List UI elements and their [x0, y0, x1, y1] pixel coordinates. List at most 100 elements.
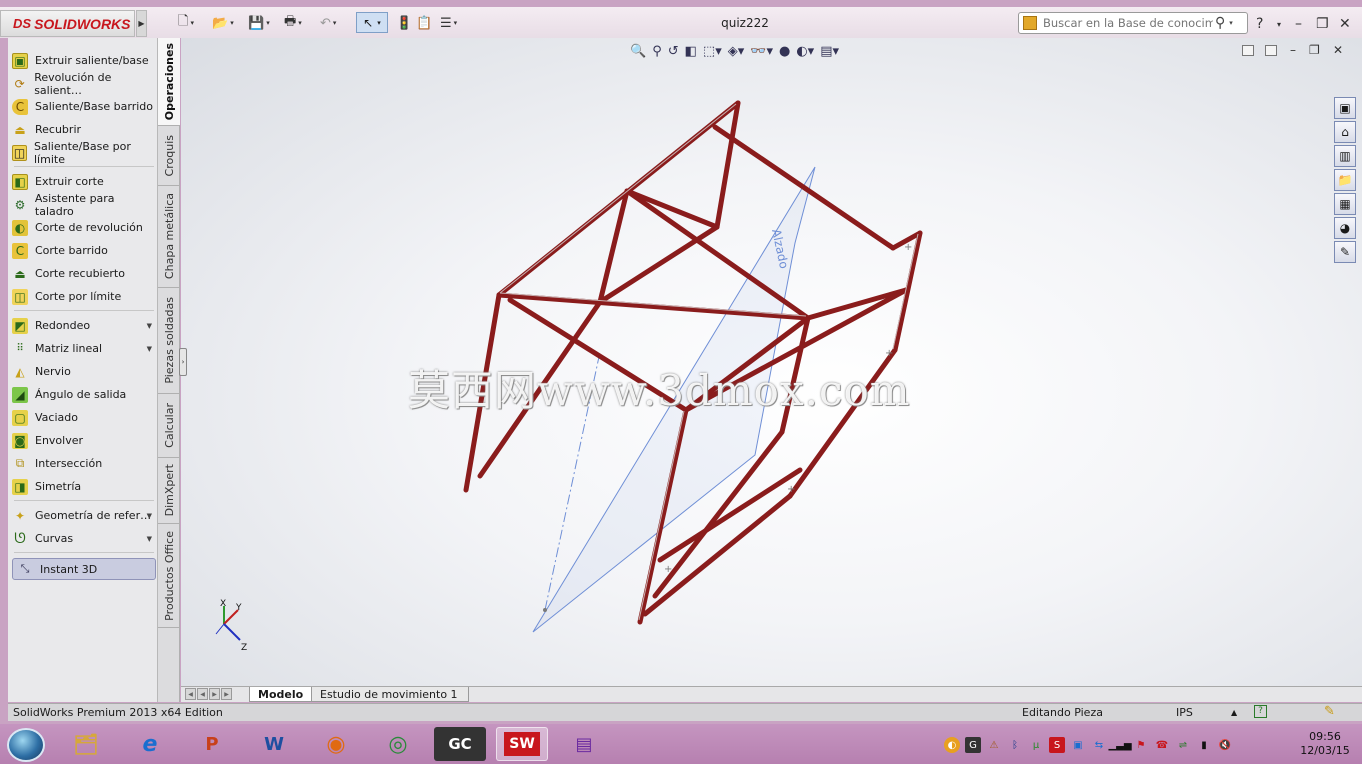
firefox-icon[interactable]: ◉	[310, 727, 362, 761]
knowledge-base-search[interactable]: ⚲ ▾	[1018, 12, 1248, 34]
viewport-maximize-icon[interactable]: ❐	[1309, 43, 1320, 57]
apply-scene-icon[interactable]: ◐▾	[796, 44, 814, 59]
chrome-icon[interactable]: ◎	[372, 727, 424, 761]
custom-properties-icon[interactable]: ✎	[1334, 241, 1356, 263]
op-curves[interactable]: ᘎ Curvas ▼	[12, 528, 156, 549]
chevron-down-icon[interactable]: ▼	[147, 345, 152, 353]
op-reference-geometry[interactable]: ✦ Geometría de refer… ▼	[12, 505, 156, 526]
op-loft[interactable]: ⏏ Recubrir	[12, 119, 156, 140]
tab-croquis[interactable]: Croquis	[158, 126, 180, 186]
battery-icon[interactable]: ▮	[1196, 737, 1212, 753]
viewport-minimize-icon[interactable]: –	[1290, 43, 1296, 57]
op-extrude-cut[interactable]: ◧ Extruir corte	[12, 171, 156, 192]
options-button[interactable]: ☰ ▾	[440, 14, 457, 32]
file-properties-button[interactable]: 📋	[416, 14, 432, 32]
solidworks-logo[interactable]: DS SOLIDWORKS	[0, 10, 135, 37]
chevron-down-icon[interactable]: ▼	[147, 535, 152, 543]
chevron-down-icon[interactable]: ▼	[147, 512, 152, 520]
pencil-icon[interactable]: ✎	[1324, 704, 1335, 719]
op-intersect[interactable]: ⧉ Intersección	[12, 453, 156, 474]
tray-teamviewer-icon[interactable]: ⇆	[1091, 737, 1107, 753]
save-button[interactable]: 💾 ▾	[248, 14, 270, 32]
internet-explorer-icon[interactable]: e	[124, 727, 176, 761]
powerpoint-icon[interactable]: P	[186, 727, 238, 761]
gc-app-icon[interactable]: GC	[434, 727, 486, 761]
op-extrude-boss[interactable]: ▣ Extruir saliente/base	[12, 50, 156, 71]
help-icon[interactable]: ?	[1256, 16, 1263, 32]
panel-collapse-handle[interactable]: ›	[179, 348, 187, 376]
utorrent-icon[interactable]: µ	[1028, 737, 1044, 753]
restore-icon[interactable]: ❐	[1316, 16, 1329, 32]
display-style-icon[interactable]: ◈▾	[728, 44, 745, 59]
tab-modelo[interactable]: Modelo	[249, 687, 313, 702]
chevron-up-icon[interactable]: ▲	[1231, 708, 1237, 717]
tray-usb-icon[interactable]: ⇌	[1175, 737, 1191, 753]
search-input[interactable]	[1043, 16, 1213, 30]
signal-bars-icon[interactable]: ▁▃▅	[1108, 737, 1131, 753]
section-view-icon[interactable]: ◧	[685, 44, 697, 59]
tray-warning-icon[interactable]: ⚠	[986, 737, 1002, 753]
op-mirror[interactable]: ◨ Simetría	[12, 476, 156, 497]
prev-tab-icon[interactable]: ◀	[197, 688, 208, 700]
design-library-icon[interactable]: ▥	[1334, 145, 1356, 167]
last-tab-icon[interactable]: ▶	[221, 688, 232, 700]
appearances-icon[interactable]: ◕	[1334, 217, 1356, 239]
op-fillet[interactable]: ◩ Redondeo ▼	[12, 315, 156, 336]
tab-piezas-soldadas[interactable]: Piezas soldadas	[158, 288, 180, 394]
op-sweep-boss[interactable]: C Saliente/Base barrido	[12, 96, 156, 117]
op-wrap[interactable]: ◙ Envolver	[12, 430, 156, 451]
next-tab-icon[interactable]: ▶	[209, 688, 220, 700]
close-icon[interactable]: ✕	[1339, 16, 1351, 32]
op-sweep-cut[interactable]: C Corte barrido	[12, 240, 156, 261]
op-rib[interactable]: ◭ Nervio	[12, 361, 156, 382]
solidworks-taskbar-icon[interactable]: SW	[496, 727, 548, 761]
zoom-to-area-icon[interactable]: ⚲	[652, 44, 662, 59]
view-palette-icon[interactable]: ▦	[1334, 193, 1356, 215]
op-revolve-cut[interactable]: ◐ Corte de revolución	[12, 217, 156, 238]
chevron-down-icon[interactable]: ▾	[1229, 19, 1233, 27]
view-orientation-icon[interactable]: ⬚▾	[703, 44, 722, 59]
tray-phone-icon[interactable]: ☎	[1154, 737, 1170, 753]
viewport-restore-icon[interactable]	[1242, 45, 1254, 56]
tab-productos-office[interactable]: Productos Office	[158, 524, 180, 628]
op-loft-cut[interactable]: ⏏ Corte recubierto	[12, 263, 156, 284]
previous-view-icon[interactable]: ↺	[668, 44, 679, 59]
tab-operaciones[interactable]: Operaciones	[158, 38, 180, 126]
viewport-close-icon[interactable]: ✕	[1333, 43, 1343, 57]
print-button[interactable]: 🖶 ▾	[284, 14, 302, 32]
tab-motion-study[interactable]: Estudio de movimiento 1	[311, 687, 469, 702]
op-draft[interactable]: ◢ Ángulo de salida	[12, 384, 156, 405]
op-revolve-boss[interactable]: ⟳ Revolución de salient…	[12, 71, 156, 97]
quick-tips-icon[interactable]: ?	[1254, 705, 1267, 718]
tray-gc-icon[interactable]: G	[965, 737, 981, 753]
new-document-button[interactable]: 🗋 ▾	[178, 14, 194, 32]
chevron-down-icon[interactable]: ▾	[1277, 20, 1281, 29]
winrar-icon[interactable]: ▤	[558, 727, 610, 761]
file-explorer-taskbar-icon[interactable]: 🗂	[60, 727, 112, 761]
op-hole-wizard[interactable]: ⚙ Asistente para taladro	[12, 192, 156, 218]
tray-solidworks-icon[interactable]: S	[1049, 737, 1065, 753]
edit-appearance-icon[interactable]: ●	[779, 44, 790, 59]
tray-network-app-icon[interactable]: ▣	[1070, 737, 1086, 753]
tab-calcular[interactable]: Calcular	[158, 394, 180, 458]
undo-button[interactable]: ↶ ▾	[320, 14, 336, 32]
search-icon[interactable]: ⚲	[1215, 15, 1225, 31]
action-center-flag-icon[interactable]: ⚑	[1133, 737, 1149, 753]
first-tab-icon[interactable]: ◀	[185, 688, 196, 700]
file-explorer-icon[interactable]: 📁	[1334, 169, 1356, 191]
tab-dimxpert[interactable]: DimXpert	[158, 458, 180, 524]
solidworks-resources-icon[interactable]: ▣	[1334, 97, 1356, 119]
minimize-icon[interactable]: –	[1295, 16, 1302, 32]
menu-expand-arrow-icon[interactable]: ▶	[136, 10, 147, 37]
volume-muted-icon[interactable]: 🔇	[1217, 737, 1233, 753]
open-button[interactable]: 📂 ▾	[212, 14, 234, 32]
op-boundary-cut[interactable]: ◫ Corte por límite	[12, 286, 156, 307]
tray-app-icon[interactable]: ◐	[944, 737, 960, 753]
chevron-down-icon[interactable]: ▼	[147, 322, 152, 330]
tab-chapa-metalica[interactable]: Chapa metálica	[158, 186, 180, 288]
zoom-to-fit-icon[interactable]: 🔍	[630, 44, 646, 59]
bluetooth-icon[interactable]: ᛒ	[1007, 737, 1023, 753]
word-icon[interactable]: W	[248, 727, 300, 761]
op-shell[interactable]: ▢ Vaciado	[12, 407, 156, 428]
units-text[interactable]: IPS	[1176, 706, 1193, 719]
